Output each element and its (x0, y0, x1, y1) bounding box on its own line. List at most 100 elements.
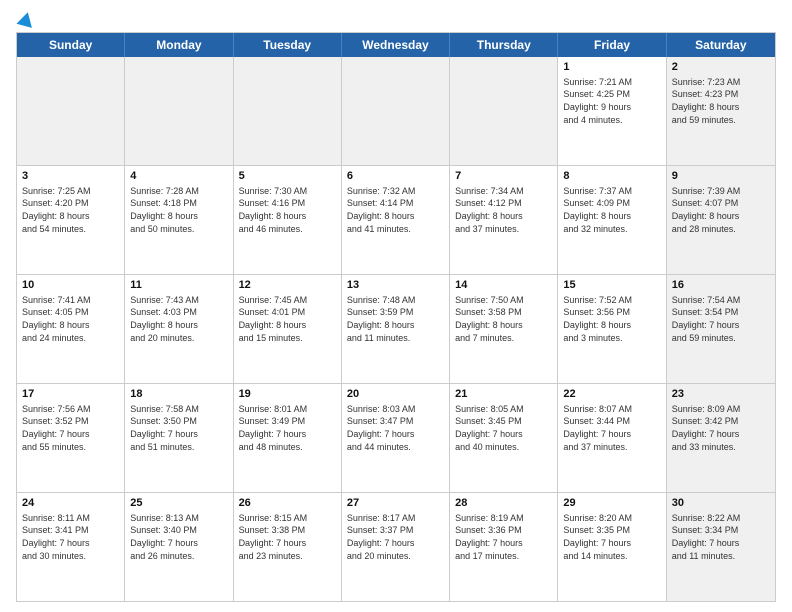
calendar-cell: 28Sunrise: 8:19 AM Sunset: 3:36 PM Dayli… (450, 493, 558, 601)
calendar-row: 10Sunrise: 7:41 AM Sunset: 4:05 PM Dayli… (17, 275, 775, 384)
cell-info: Sunrise: 8:15 AM Sunset: 3:38 PM Dayligh… (239, 512, 336, 562)
cell-info: Sunrise: 7:23 AM Sunset: 4:23 PM Dayligh… (672, 76, 770, 126)
calendar-cell: 23Sunrise: 8:09 AM Sunset: 3:42 PM Dayli… (667, 384, 775, 492)
cell-info: Sunrise: 7:32 AM Sunset: 4:14 PM Dayligh… (347, 185, 444, 235)
header (16, 12, 776, 26)
calendar-cell: 16Sunrise: 7:54 AM Sunset: 3:54 PM Dayli… (667, 275, 775, 383)
calendar-cell: 5Sunrise: 7:30 AM Sunset: 4:16 PM Daylig… (234, 166, 342, 274)
calendar-row: 24Sunrise: 8:11 AM Sunset: 3:41 PM Dayli… (17, 493, 775, 601)
calendar-cell (17, 57, 125, 165)
day-number: 16 (672, 278, 770, 293)
calendar-cell: 4Sunrise: 7:28 AM Sunset: 4:18 PM Daylig… (125, 166, 233, 274)
day-number: 3 (22, 169, 119, 184)
cell-info: Sunrise: 8:07 AM Sunset: 3:44 PM Dayligh… (563, 403, 660, 453)
day-number: 2 (672, 60, 770, 75)
calendar-cell (125, 57, 233, 165)
day-number: 13 (347, 278, 444, 293)
calendar-cell: 9Sunrise: 7:39 AM Sunset: 4:07 PM Daylig… (667, 166, 775, 274)
calendar-cell: 30Sunrise: 8:22 AM Sunset: 3:34 PM Dayli… (667, 493, 775, 601)
day-number: 7 (455, 169, 552, 184)
day-number: 26 (239, 496, 336, 511)
cell-info: Sunrise: 8:05 AM Sunset: 3:45 PM Dayligh… (455, 403, 552, 453)
cell-info: Sunrise: 7:30 AM Sunset: 4:16 PM Dayligh… (239, 185, 336, 235)
weekday-header: Monday (125, 33, 233, 57)
day-number: 4 (130, 169, 227, 184)
cell-info: Sunrise: 7:56 AM Sunset: 3:52 PM Dayligh… (22, 403, 119, 453)
calendar-cell (450, 57, 558, 165)
day-number: 18 (130, 387, 227, 402)
cell-info: Sunrise: 8:13 AM Sunset: 3:40 PM Dayligh… (130, 512, 227, 562)
calendar-cell (234, 57, 342, 165)
cell-info: Sunrise: 8:17 AM Sunset: 3:37 PM Dayligh… (347, 512, 444, 562)
calendar-cell: 7Sunrise: 7:34 AM Sunset: 4:12 PM Daylig… (450, 166, 558, 274)
day-number: 24 (22, 496, 119, 511)
calendar-cell (342, 57, 450, 165)
calendar-cell: 19Sunrise: 8:01 AM Sunset: 3:49 PM Dayli… (234, 384, 342, 492)
calendar-cell: 26Sunrise: 8:15 AM Sunset: 3:38 PM Dayli… (234, 493, 342, 601)
calendar-cell: 3Sunrise: 7:25 AM Sunset: 4:20 PM Daylig… (17, 166, 125, 274)
cell-info: Sunrise: 7:25 AM Sunset: 4:20 PM Dayligh… (22, 185, 119, 235)
day-number: 27 (347, 496, 444, 511)
calendar-cell: 20Sunrise: 8:03 AM Sunset: 3:47 PM Dayli… (342, 384, 450, 492)
calendar-cell: 8Sunrise: 7:37 AM Sunset: 4:09 PM Daylig… (558, 166, 666, 274)
cell-info: Sunrise: 7:41 AM Sunset: 4:05 PM Dayligh… (22, 294, 119, 344)
day-number: 17 (22, 387, 119, 402)
day-number: 22 (563, 387, 660, 402)
weekday-header: Friday (558, 33, 666, 57)
cell-info: Sunrise: 8:11 AM Sunset: 3:41 PM Dayligh… (22, 512, 119, 562)
logo-icon (16, 12, 34, 26)
calendar-cell: 1Sunrise: 7:21 AM Sunset: 4:25 PM Daylig… (558, 57, 666, 165)
day-number: 28 (455, 496, 552, 511)
calendar-cell: 25Sunrise: 8:13 AM Sunset: 3:40 PM Dayli… (125, 493, 233, 601)
cell-info: Sunrise: 7:37 AM Sunset: 4:09 PM Dayligh… (563, 185, 660, 235)
day-number: 21 (455, 387, 552, 402)
calendar-cell: 17Sunrise: 7:56 AM Sunset: 3:52 PM Dayli… (17, 384, 125, 492)
weekday-header: Tuesday (234, 33, 342, 57)
day-number: 10 (22, 278, 119, 293)
calendar-cell: 24Sunrise: 8:11 AM Sunset: 3:41 PM Dayli… (17, 493, 125, 601)
calendar-row: 3Sunrise: 7:25 AM Sunset: 4:20 PM Daylig… (17, 166, 775, 275)
logo (16, 12, 34, 26)
cell-info: Sunrise: 7:48 AM Sunset: 3:59 PM Dayligh… (347, 294, 444, 344)
cell-info: Sunrise: 7:43 AM Sunset: 4:03 PM Dayligh… (130, 294, 227, 344)
calendar-body: 1Sunrise: 7:21 AM Sunset: 4:25 PM Daylig… (17, 57, 775, 601)
calendar-cell: 18Sunrise: 7:58 AM Sunset: 3:50 PM Dayli… (125, 384, 233, 492)
weekday-header: Sunday (17, 33, 125, 57)
calendar-cell: 11Sunrise: 7:43 AM Sunset: 4:03 PM Dayli… (125, 275, 233, 383)
weekday-header: Wednesday (342, 33, 450, 57)
calendar-cell: 12Sunrise: 7:45 AM Sunset: 4:01 PM Dayli… (234, 275, 342, 383)
calendar-cell: 10Sunrise: 7:41 AM Sunset: 4:05 PM Dayli… (17, 275, 125, 383)
cell-info: Sunrise: 8:09 AM Sunset: 3:42 PM Dayligh… (672, 403, 770, 453)
calendar: SundayMondayTuesdayWednesdayThursdayFrid… (16, 32, 776, 602)
calendar-row: 1Sunrise: 7:21 AM Sunset: 4:25 PM Daylig… (17, 57, 775, 166)
cell-info: Sunrise: 8:22 AM Sunset: 3:34 PM Dayligh… (672, 512, 770, 562)
logo-triangle-icon (16, 10, 35, 28)
calendar-cell: 14Sunrise: 7:50 AM Sunset: 3:58 PM Dayli… (450, 275, 558, 383)
day-number: 12 (239, 278, 336, 293)
calendar-cell: 22Sunrise: 8:07 AM Sunset: 3:44 PM Dayli… (558, 384, 666, 492)
cell-info: Sunrise: 8:01 AM Sunset: 3:49 PM Dayligh… (239, 403, 336, 453)
cell-info: Sunrise: 7:52 AM Sunset: 3:56 PM Dayligh… (563, 294, 660, 344)
cell-info: Sunrise: 7:50 AM Sunset: 3:58 PM Dayligh… (455, 294, 552, 344)
day-number: 1 (563, 60, 660, 75)
cell-info: Sunrise: 8:20 AM Sunset: 3:35 PM Dayligh… (563, 512, 660, 562)
cell-info: Sunrise: 8:03 AM Sunset: 3:47 PM Dayligh… (347, 403, 444, 453)
day-number: 15 (563, 278, 660, 293)
calendar-row: 17Sunrise: 7:56 AM Sunset: 3:52 PM Dayli… (17, 384, 775, 493)
page: SundayMondayTuesdayWednesdayThursdayFrid… (0, 0, 792, 612)
day-number: 30 (672, 496, 770, 511)
day-number: 20 (347, 387, 444, 402)
cell-info: Sunrise: 7:28 AM Sunset: 4:18 PM Dayligh… (130, 185, 227, 235)
calendar-cell: 15Sunrise: 7:52 AM Sunset: 3:56 PM Dayli… (558, 275, 666, 383)
calendar-header: SundayMondayTuesdayWednesdayThursdayFrid… (17, 33, 775, 57)
cell-info: Sunrise: 7:39 AM Sunset: 4:07 PM Dayligh… (672, 185, 770, 235)
calendar-cell: 6Sunrise: 7:32 AM Sunset: 4:14 PM Daylig… (342, 166, 450, 274)
day-number: 8 (563, 169, 660, 184)
cell-info: Sunrise: 7:21 AM Sunset: 4:25 PM Dayligh… (563, 76, 660, 126)
calendar-cell: 29Sunrise: 8:20 AM Sunset: 3:35 PM Dayli… (558, 493, 666, 601)
day-number: 23 (672, 387, 770, 402)
day-number: 29 (563, 496, 660, 511)
calendar-cell: 27Sunrise: 8:17 AM Sunset: 3:37 PM Dayli… (342, 493, 450, 601)
day-number: 14 (455, 278, 552, 293)
calendar-cell: 21Sunrise: 8:05 AM Sunset: 3:45 PM Dayli… (450, 384, 558, 492)
